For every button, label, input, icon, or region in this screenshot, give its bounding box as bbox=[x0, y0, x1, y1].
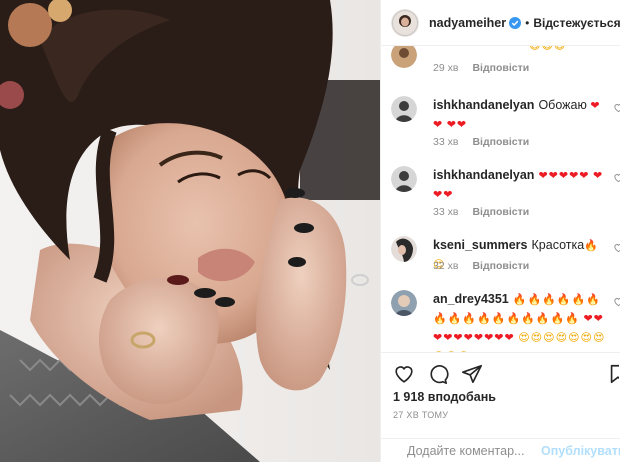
commenter-avatar[interactable] bbox=[391, 290, 417, 316]
comment-time: 32 хв bbox=[433, 260, 459, 272]
reply-button[interactable]: Відповісти bbox=[472, 260, 529, 272]
comment-emoji: ❤❤❤❤❤ bbox=[538, 169, 590, 182]
post-timestamp[interactable]: 27 ХВ ТОМУ bbox=[393, 410, 448, 420]
commenter-avatar[interactable] bbox=[391, 166, 417, 192]
commenter-avatar[interactable] bbox=[391, 236, 417, 262]
comment-content: Обожаю bbox=[538, 98, 587, 112]
portrait-image bbox=[0, 0, 380, 462]
comments-list[interactable]: 😄😄😄 29 хв Відповісти ishkhandanelyan Обожа… bbox=[381, 46, 620, 352]
comment-item: kseni_summers Красотка🔥😍 32 хв Відповісти bbox=[391, 236, 620, 286]
comment-emoji: 😄😄😄 bbox=[529, 46, 566, 52]
comment-username[interactable]: ishkhandanelyan bbox=[433, 98, 534, 112]
comment-meta: 29 хв Відповісти bbox=[433, 62, 529, 74]
comment-item: an_drey4351 🔥🔥🔥🔥🔥🔥🔥🔥🔥🔥🔥🔥🔥🔥🔥🔥 ❤❤❤❤❤❤❤❤❤❤ 😍… bbox=[391, 290, 620, 352]
reply-button[interactable]: Відповісти bbox=[472, 206, 529, 218]
post-actions: 1 918 вподобань 27 ХВ ТОМУ bbox=[381, 352, 620, 440]
following-button[interactable]: Відстежується bbox=[533, 16, 620, 30]
verified-badge-icon bbox=[509, 16, 522, 29]
likes-count[interactable]: 1 918 вподобань bbox=[393, 390, 496, 404]
author-username[interactable]: nadyameiher bbox=[429, 16, 506, 30]
action-icons bbox=[393, 363, 483, 387]
comment-username[interactable]: kseni_summers bbox=[433, 238, 528, 252]
header-separator: • bbox=[525, 15, 530, 30]
comment-content: Красотка bbox=[531, 238, 585, 252]
comment-time: 33 хв bbox=[433, 206, 459, 218]
comment-text: 😄😄😄 bbox=[433, 46, 609, 55]
reply-button[interactable]: Відповісти bbox=[472, 62, 529, 74]
comment-like-icon[interactable] bbox=[613, 100, 620, 113]
comment-emoji: ❤❤ bbox=[446, 118, 468, 131]
comment-text: an_drey4351 🔥🔥🔥🔥🔥🔥🔥🔥🔥🔥🔥🔥🔥🔥🔥🔥 ❤❤❤❤❤❤❤❤❤❤ 😍… bbox=[433, 290, 609, 352]
author-avatar[interactable] bbox=[391, 8, 419, 37]
commenter-avatar[interactable] bbox=[391, 96, 417, 122]
publish-button[interactable]: Опублікувати bbox=[541, 444, 620, 458]
speech-bubble-icon[interactable] bbox=[427, 363, 449, 385]
comment-item: ishkhandanelyan ❤❤❤❤❤ ❤❤❤ 33 хв Відповісти bbox=[391, 166, 620, 226]
post-side-panel: nadyameiher • Відстежується 😄😄😄 29 хв Від… bbox=[380, 0, 620, 462]
comment-username[interactable]: an_drey4351 bbox=[433, 292, 509, 306]
comment-like-icon[interactable] bbox=[613, 170, 620, 183]
comment-time: 33 хв bbox=[433, 136, 459, 148]
paper-plane-icon[interactable] bbox=[461, 363, 483, 385]
reply-button[interactable]: Відповісти bbox=[472, 136, 529, 148]
heart-outline-icon[interactable] bbox=[393, 363, 415, 385]
post-header: nadyameiher • Відстежується bbox=[381, 0, 620, 46]
comment-input[interactable] bbox=[407, 443, 537, 458]
comment-item: ishkhandanelyan Обожаю ❤❤ ❤❤ 33 хв Відпові… bbox=[391, 96, 620, 156]
commenter-avatar[interactable] bbox=[391, 46, 417, 68]
comment-time: 29 хв bbox=[433, 62, 459, 74]
bookmark-icon[interactable] bbox=[607, 363, 619, 387]
comment-username[interactable]: ishkhandanelyan bbox=[433, 168, 534, 182]
comment-meta: 33 хв Відповісти bbox=[433, 136, 529, 148]
comment-composer: Опублікувати bbox=[381, 438, 620, 462]
comment-like-icon[interactable] bbox=[613, 240, 620, 253]
comment-text: ishkhandanelyan ❤❤❤❤❤ ❤❤❤ bbox=[433, 166, 609, 204]
comment-emoji: 🔥 bbox=[584, 239, 599, 252]
post-photo[interactable] bbox=[0, 0, 380, 462]
comment-like-icon[interactable] bbox=[613, 294, 620, 307]
comment-item: 😄😄😄 29 хв Відповісти bbox=[391, 46, 620, 82]
comment-meta: 32 хв Відповісти bbox=[433, 260, 529, 272]
comment-text: ishkhandanelyan Обожаю ❤❤ ❤❤ bbox=[433, 96, 609, 134]
comment-meta: 33 хв Відповісти bbox=[433, 206, 529, 218]
